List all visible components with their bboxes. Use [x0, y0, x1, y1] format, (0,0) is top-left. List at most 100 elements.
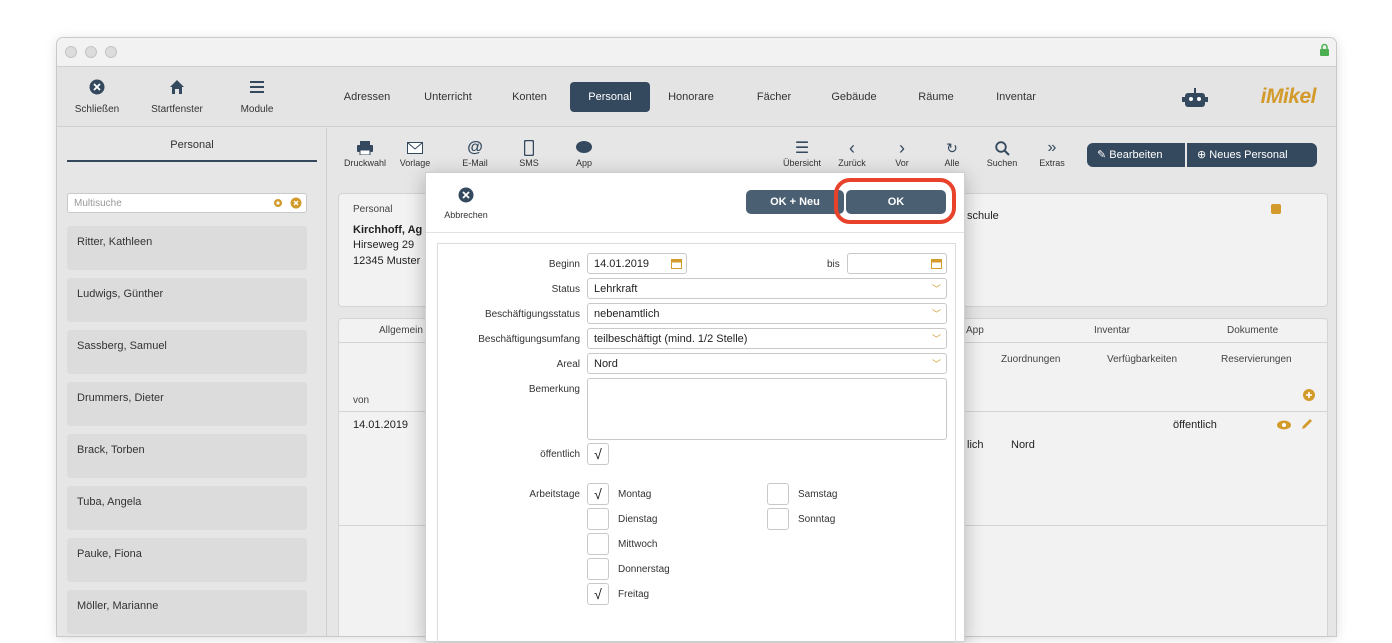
tab-dokumente[interactable]: Dokumente	[1227, 325, 1278, 336]
tab-allgemein[interactable]: Allgemein	[379, 325, 423, 336]
bemerkung-label: Bemerkung	[528, 384, 580, 395]
print-button[interactable]: Druckwahl	[340, 138, 390, 168]
gear-icon[interactable]	[272, 197, 284, 209]
edit-button[interactable]: ✎ Bearbeiten	[1087, 143, 1185, 167]
tab-konten[interactable]: Konten	[497, 82, 562, 112]
zoom-window-control[interactable]	[105, 46, 117, 58]
calendar-icon[interactable]	[931, 258, 942, 269]
list-item[interactable]: Drummers, Dieter	[67, 382, 307, 426]
tab-raeume[interactable]: Räume	[902, 82, 970, 112]
search-placeholder: Multisuche	[74, 198, 122, 209]
beschaeftigungsstatus-select[interactable]: nebenamtlich ﹀	[587, 303, 947, 324]
tab-gebaeude[interactable]: Gebäude	[820, 82, 888, 112]
phone-icon	[524, 140, 534, 156]
person-city: 12345 Muster	[353, 255, 421, 267]
umfang-value: teilbeschäftigt (mind. 1/2 Stelle)	[594, 333, 748, 345]
oeffentlich-checkbox[interactable]: √	[587, 443, 609, 465]
search-input[interactable]: Multisuche	[67, 193, 307, 213]
cancel-button[interactable]: Abbrechen	[436, 187, 496, 220]
all-button[interactable]: ↻ Alle	[927, 138, 977, 169]
tab-faecher[interactable]: Fächer	[740, 82, 808, 112]
list-item[interactable]: Pauke, Fiona	[67, 538, 307, 582]
forward-button[interactable]: › Vor	[877, 137, 927, 169]
back-label: Zurück	[838, 158, 866, 168]
tab-inventar[interactable]: Inventar	[982, 82, 1050, 112]
add-icon[interactable]	[1303, 389, 1315, 401]
print-label: Druckwahl	[343, 158, 386, 168]
template-button[interactable]: Vorlage	[390, 138, 440, 168]
printer-icon	[357, 141, 373, 155]
status-select[interactable]: Lehrkraft ﹀	[587, 278, 947, 299]
start-window-label: Startfenster	[151, 104, 203, 115]
email-button[interactable]: @ E-Mail	[450, 138, 500, 168]
bemerkung-textarea[interactable]	[587, 378, 947, 440]
close-window-control[interactable]	[65, 46, 77, 58]
chevron-down-icon: ﹀	[931, 284, 941, 294]
subtab-zuordnungen[interactable]: Zuordnungen	[1001, 354, 1061, 365]
tab-honorare[interactable]: Honorare	[657, 82, 725, 112]
beginn-date-field[interactable]: 14.01.2019	[587, 253, 687, 274]
app-button[interactable]: App	[559, 138, 609, 168]
label-samstag: Samstag	[798, 489, 838, 500]
list-item[interactable]: Brack, Torben	[67, 434, 307, 478]
ok-new-button[interactable]: OK + Neu	[746, 190, 844, 214]
checkbox-sonntag[interactable]	[767, 508, 789, 530]
overview-button[interactable]: ☰ Übersicht	[777, 138, 827, 168]
umfang-select[interactable]: teilbeschäftigt (mind. 1/2 Stelle) ﹀	[587, 328, 947, 349]
list-item[interactable]: Ritter, Kathleen	[67, 226, 307, 270]
search-icon	[994, 140, 1010, 156]
back-button[interactable]: ‹ Zurück	[827, 138, 877, 169]
checkbox-mittwoch[interactable]	[587, 533, 609, 555]
bis-date-field[interactable]	[847, 253, 947, 274]
tab-app[interactable]: App	[966, 325, 984, 336]
checkbox-montag[interactable]: √	[587, 483, 609, 505]
clear-icon[interactable]	[290, 197, 302, 209]
subtab-verfuegbarkeiten[interactable]: Verfügbarkeiten	[1107, 354, 1177, 365]
modules-label: Module	[240, 104, 274, 115]
tab-adressen[interactable]: Adressen	[332, 82, 402, 112]
calendar-icon[interactable]	[671, 258, 682, 269]
checkbox-dienstag[interactable]	[587, 508, 609, 530]
chevron-down-icon: ﹀	[931, 359, 941, 369]
eye-icon[interactable]	[1277, 420, 1291, 430]
chevron-right-icon: ›	[899, 137, 905, 158]
checkbox-donnerstag[interactable]	[587, 558, 609, 580]
sms-button[interactable]: SMS	[504, 138, 554, 168]
areal-select[interactable]: Nord ﹀	[587, 353, 947, 374]
pencil-edit-icon[interactable]	[1301, 418, 1313, 430]
close-icon	[89, 79, 105, 95]
umfang-row: Beschäftigungsumfang teilbeschäftigt (mi…	[438, 328, 955, 350]
table-row-public: öffentlich	[1173, 419, 1217, 431]
checkbox-samstag[interactable]	[767, 483, 789, 505]
robot-icon[interactable]	[1182, 87, 1208, 109]
start-window-button[interactable]: Startfenster	[137, 67, 217, 127]
list-item[interactable]: Tuba, Angela	[67, 486, 307, 530]
tab-inventar-detail[interactable]: Inventar	[1094, 325, 1130, 336]
close-button[interactable]: Schließen	[57, 67, 137, 127]
section-label: Personal	[353, 204, 393, 215]
status-value: Lehrkraft	[594, 283, 638, 295]
new-person-button[interactable]: ⊕ Neues Personal	[1187, 143, 1317, 167]
checkbox-freitag[interactable]: √	[587, 583, 609, 605]
list-item[interactable]: Sassberg, Samuel	[67, 330, 307, 374]
beginn-label: Beginn	[548, 259, 580, 270]
double-chevron-icon: »	[1047, 139, 1057, 156]
note-icon[interactable]	[1271, 204, 1281, 214]
extras-button[interactable]: » Extras	[1027, 138, 1077, 168]
search-button[interactable]: Suchen	[977, 138, 1027, 168]
envelope-icon	[407, 142, 423, 154]
beginn-value: 14.01.2019	[594, 258, 650, 270]
email-label: E-Mail	[462, 158, 488, 168]
minimize-window-control[interactable]	[85, 46, 97, 58]
list-item[interactable]: Möller, Marianne	[67, 590, 307, 634]
tab-personal[interactable]: Personal	[570, 82, 650, 112]
subtab-reservierungen[interactable]: Reservierungen	[1221, 354, 1292, 365]
ok-button-highlight	[834, 178, 956, 224]
tab-unterricht[interactable]: Unterricht	[412, 82, 484, 112]
sms-label: SMS	[519, 158, 539, 168]
modules-button[interactable]: Module	[217, 67, 297, 127]
list-item[interactable]: Ludwigs, Günther	[67, 278, 307, 322]
edit-employment-dialog: Abbrechen OK + Neu OK Beginn 14.01.2019 …	[425, 172, 965, 643]
beginn-row: Beginn 14.01.2019 bis	[438, 253, 955, 275]
cancel-label: Abbrechen	[444, 210, 488, 220]
